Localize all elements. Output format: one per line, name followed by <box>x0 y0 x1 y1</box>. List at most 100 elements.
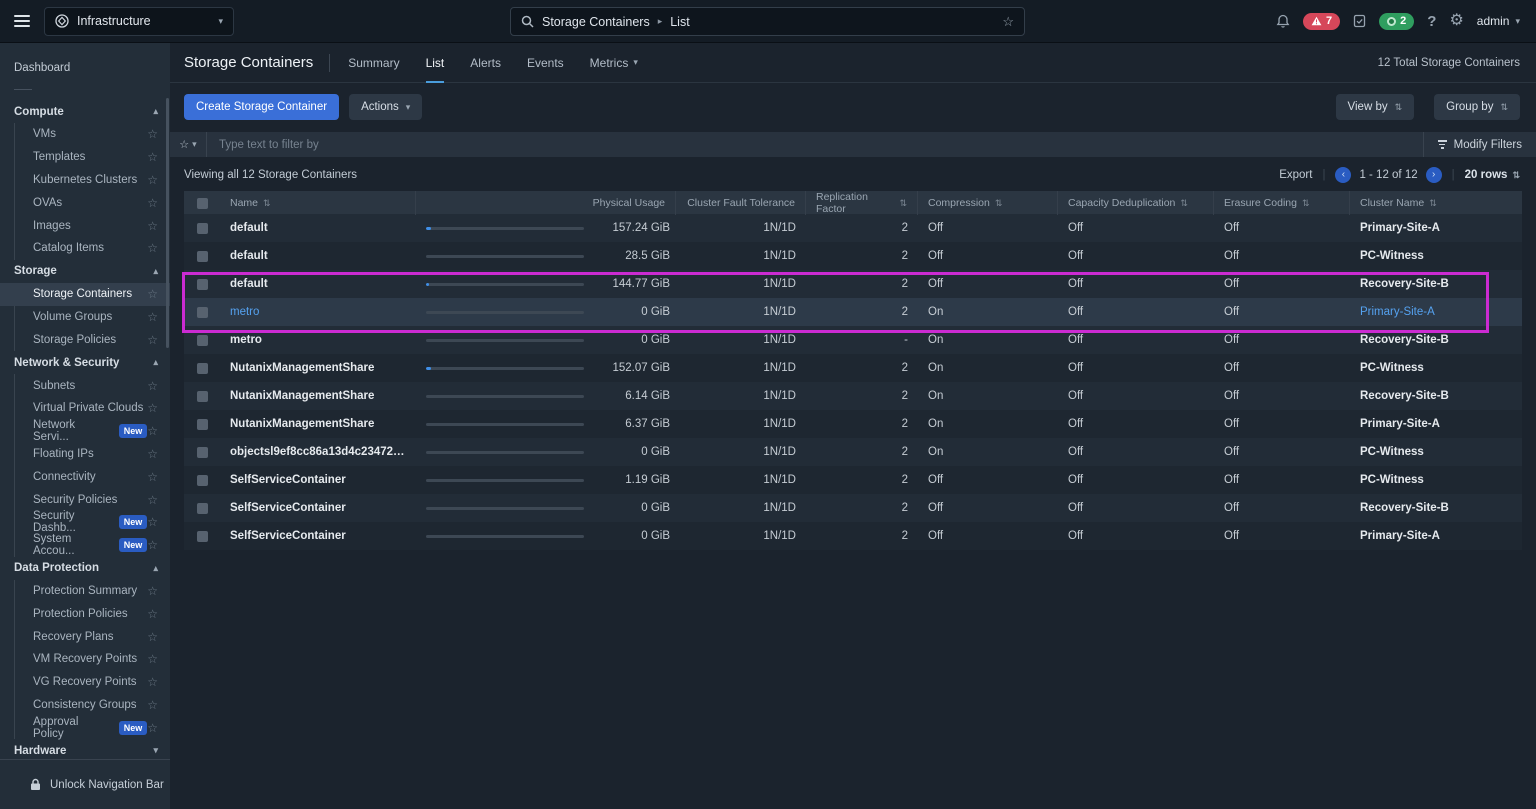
table-row[interactable]: SelfServiceContainer0 GiB1N/1D2OffOffOff… <box>184 494 1522 522</box>
sidebar-item-security-dashb-[interactable]: Security Dashb...New☆ <box>15 511 170 534</box>
sidebar-item-protection-summary[interactable]: Protection Summary☆ <box>15 580 170 603</box>
favorite-star-icon[interactable]: ☆ <box>147 630 158 644</box>
favorite-star-icon[interactable]: ☆ <box>147 310 158 324</box>
sort-icon[interactable]: ⇅ <box>899 198 907 209</box>
favorite-star-icon[interactable]: ☆ <box>147 698 158 712</box>
row-checkbox[interactable] <box>197 335 208 346</box>
tab-metrics[interactable]: Metrics▾ <box>590 43 638 82</box>
export-link[interactable]: Export <box>1279 169 1312 181</box>
sidebar-item-floating-ips[interactable]: Floating IPs☆ <box>15 443 170 466</box>
row-checkbox[interactable] <box>197 223 208 234</box>
tab-summary[interactable]: Summary <box>348 43 399 82</box>
sidebar-item-consistency-groups[interactable]: Consistency Groups☆ <box>15 694 170 717</box>
table-row[interactable]: NutanixManagementShare152.07 GiB1N/1D2On… <box>184 354 1522 382</box>
view-by-button[interactable]: View by⇅ <box>1336 94 1415 120</box>
tasks-badge[interactable]: 2 <box>1379 13 1414 30</box>
saved-filters-button[interactable]: ☆ ▾ <box>170 132 207 157</box>
cluster-name-link[interactable]: Primary-Site-A <box>1360 306 1435 318</box>
favorite-star-icon[interactable]: ☆ <box>147 196 158 210</box>
favorite-star-icon[interactable]: ☆ <box>147 493 158 507</box>
column-header-name[interactable]: Name⇅ <box>220 191 416 215</box>
row-checkbox[interactable] <box>197 363 208 374</box>
sidebar-item-vms[interactable]: VMs☆ <box>15 123 170 146</box>
row-checkbox[interactable] <box>197 503 208 514</box>
container-name-link[interactable]: metro <box>230 306 259 318</box>
unlock-navigation-bar[interactable]: Unlock Navigation Bar <box>0 759 170 809</box>
rows-per-page-select[interactable]: 20 rows⇅ <box>1465 169 1520 181</box>
sidebar-scrollbar[interactable] <box>166 98 169 348</box>
favorite-star-icon[interactable]: ☆ <box>147 515 158 529</box>
table-row[interactable]: objectsl9ef8cc86a13d4c2347273bc4c746...0… <box>184 438 1522 466</box>
sidebar-item-network-servi-[interactable]: Network Servi...New☆ <box>15 420 170 443</box>
create-storage-container-button[interactable]: Create Storage Container <box>184 94 339 120</box>
favorite-star-icon[interactable]: ☆ <box>147 173 158 187</box>
table-row[interactable]: SelfServiceContainer0 GiB1N/1D2OffOffOff… <box>184 522 1522 550</box>
favorite-star-icon[interactable]: ☆ <box>147 150 158 164</box>
favorite-star-icon[interactable]: ☆ <box>147 219 158 233</box>
column-header-replication-factor[interactable]: Replication Factor⇅ <box>806 191 918 215</box>
sidebar-section-network-security[interactable]: Network & Security▴ <box>0 351 170 374</box>
table-row[interactable]: default157.24 GiB1N/1D2OffOffOffPrimary-… <box>184 214 1522 242</box>
sidebar-section-storage[interactable]: Storage▴ <box>0 260 170 283</box>
tab-alerts[interactable]: Alerts <box>470 43 501 82</box>
column-header-cluster-name[interactable]: Cluster Name⇅ <box>1350 191 1522 215</box>
sidebar-item-templates[interactable]: Templates☆ <box>15 146 170 169</box>
sidebar-item-protection-policies[interactable]: Protection Policies☆ <box>15 602 170 625</box>
filter-input[interactable] <box>207 132 1423 157</box>
favorite-star-icon[interactable]: ☆ <box>147 401 158 415</box>
table-row[interactable]: SelfServiceContainer1.19 GiB1N/1D2OffOff… <box>184 466 1522 494</box>
favorite-star-icon[interactable]: ☆ <box>147 470 158 484</box>
sidebar-item-recovery-plans[interactable]: Recovery Plans☆ <box>15 625 170 648</box>
favorite-star-icon[interactable]: ☆ <box>147 379 158 393</box>
sidebar-item-security-policies[interactable]: Security Policies☆ <box>15 488 170 511</box>
favorite-star-icon[interactable]: ☆ <box>147 447 158 461</box>
sidebar-item-virtual-private-clouds[interactable]: Virtual Private Clouds☆ <box>15 397 170 420</box>
row-checkbox[interactable] <box>197 475 208 486</box>
sidebar-item-vg-recovery-points[interactable]: VG Recovery Points☆ <box>15 671 170 694</box>
alerts-badge[interactable]: 7 <box>1303 13 1340 30</box>
sidebar-item-storage-containers[interactable]: Storage Containers☆ <box>0 283 170 306</box>
sidebar-item-dashboard[interactable]: Dashboard <box>0 55 170 81</box>
bell-icon[interactable] <box>1276 14 1290 29</box>
tab-events[interactable]: Events <box>527 43 564 82</box>
favorite-star-icon[interactable]: ☆ <box>147 652 158 666</box>
column-header-capacity-deduplication[interactable]: Capacity Deduplication⇅ <box>1058 191 1214 215</box>
column-header-physical-usage[interactable]: Physical Usage <box>416 191 676 215</box>
sort-icon[interactable]: ⇅ <box>1302 198 1310 209</box>
tasks-icon[interactable] <box>1353 14 1366 28</box>
sidebar-item-connectivity[interactable]: Connectivity☆ <box>15 465 170 488</box>
sidebar-item-approval-policy[interactable]: Approval PolicyNew☆ <box>15 716 170 739</box>
favorite-star-icon[interactable]: ☆ <box>1002 14 1014 30</box>
prev-page-button[interactable]: ‹ <box>1335 167 1351 183</box>
row-checkbox[interactable] <box>197 447 208 458</box>
table-row[interactable]: metro0 GiB1N/1D-OnOffOffRecovery-Site-B <box>184 326 1522 354</box>
gear-icon[interactable]: ⚙ <box>1449 13 1463 29</box>
sidebar-item-catalog-items[interactable]: Catalog Items☆ <box>15 237 170 260</box>
sort-icon[interactable]: ⇅ <box>995 198 1003 209</box>
favorite-star-icon[interactable]: ☆ <box>147 241 158 255</box>
favorite-star-icon[interactable]: ☆ <box>147 424 158 438</box>
sort-icon[interactable]: ⇅ <box>1429 198 1437 209</box>
favorite-star-icon[interactable]: ☆ <box>147 538 158 552</box>
row-checkbox[interactable] <box>197 531 208 542</box>
sidebar-item-kubernetes-clusters[interactable]: Kubernetes Clusters☆ <box>15 169 170 192</box>
row-checkbox[interactable] <box>197 307 208 318</box>
favorite-star-icon[interactable]: ☆ <box>147 287 158 301</box>
sidebar-item-system-accou-[interactable]: System Accou...New☆ <box>15 534 170 557</box>
sidebar-section-compute[interactable]: Compute▴ <box>0 100 170 123</box>
row-checkbox[interactable] <box>197 251 208 262</box>
table-row[interactable]: default144.77 GiB1N/1D2OffOffOffRecovery… <box>184 270 1522 298</box>
help-icon[interactable]: ? <box>1427 14 1436 29</box>
select-all-checkbox[interactable] <box>197 198 208 209</box>
hamburger-menu-icon[interactable] <box>0 0 44 43</box>
sidebar-item-ovas[interactable]: OVAs☆ <box>15 191 170 214</box>
sort-icon[interactable]: ⇅ <box>1180 198 1188 209</box>
user-menu[interactable]: admin ▾ <box>1477 14 1520 28</box>
next-page-button[interactable]: › <box>1426 167 1442 183</box>
favorite-star-icon[interactable]: ☆ <box>147 127 158 141</box>
app-switcher[interactable]: Infrastructure ▾ <box>44 7 234 36</box>
favorite-star-icon[interactable]: ☆ <box>147 607 158 621</box>
sidebar-item-subnets[interactable]: Subnets☆ <box>15 374 170 397</box>
sidebar-item-storage-policies[interactable]: Storage Policies☆ <box>15 328 170 351</box>
row-checkbox[interactable] <box>197 419 208 430</box>
